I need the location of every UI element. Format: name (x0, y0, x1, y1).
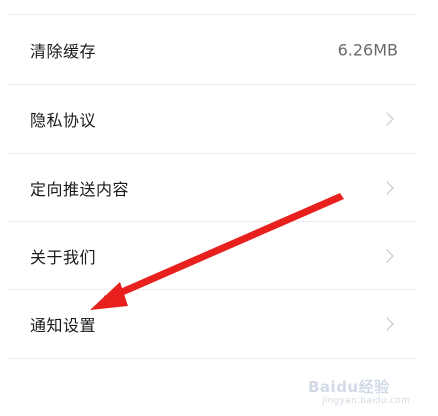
settings-item-about-us[interactable]: 关于我们 (0, 222, 438, 290)
baidu-jingyan-watermark: Baidu经验 jingyan.baidu.com (308, 376, 426, 410)
settings-item-notification-settings[interactable]: 通知设置 (0, 290, 438, 358)
settings-item-clear-cache[interactable]: 清除缓存 6.26MB (0, 16, 438, 84)
divider (8, 358, 416, 359)
settings-item-label: 关于我们 (30, 248, 97, 267)
settings-page: 清除缓存 6.26MB 隐私协议 定向推送内容 关于我们 通知设置 Baidu经… (0, 0, 438, 416)
chevron-right-icon (386, 317, 394, 331)
settings-item-label: 清除缓存 (30, 42, 97, 61)
chevron-right-icon (386, 112, 394, 126)
watermark-logo: Baidu经验 (308, 378, 390, 396)
cache-size-value: 6.26MB (337, 40, 398, 60)
divider (8, 14, 416, 15)
settings-item-label: 定向推送内容 (30, 180, 130, 199)
settings-item-label: 通知设置 (30, 316, 97, 335)
watermark-url: jingyan.baidu.com (322, 396, 411, 406)
settings-item-privacy-policy[interactable]: 隐私协议 (0, 85, 438, 153)
chevron-right-icon (386, 181, 394, 195)
settings-item-targeted-push[interactable]: 定向推送内容 (0, 154, 438, 222)
chevron-right-icon (386, 249, 394, 263)
settings-item-label: 隐私协议 (30, 111, 97, 130)
